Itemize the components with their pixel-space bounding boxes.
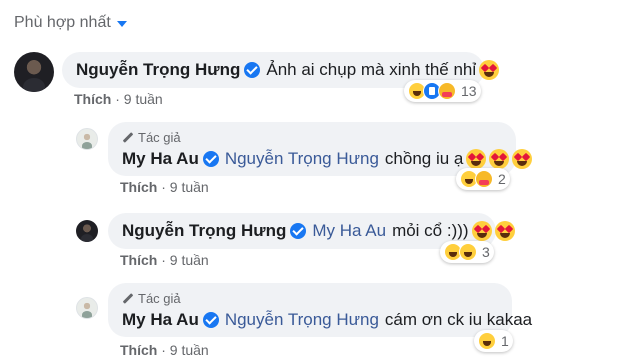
comment-meta: Thích · 9 tuần bbox=[120, 252, 209, 268]
reaction-summary[interactable]: 1 bbox=[474, 330, 513, 352]
pencil-icon bbox=[122, 131, 134, 143]
pencil-icon bbox=[122, 292, 134, 304]
author-badge: Tác giả bbox=[122, 291, 498, 306]
heart-eyes-emoji-icon bbox=[471, 221, 492, 241]
comment-author[interactable]: My Ha Au bbox=[122, 149, 199, 169]
like-button[interactable]: Thích bbox=[120, 179, 157, 195]
author-badge-label: Tác giả bbox=[138, 129, 181, 145]
mention-link[interactable]: Nguyễn Trọng Hưng bbox=[225, 149, 379, 169]
comment-meta: Thích · 9 tuần bbox=[120, 342, 209, 358]
comment-meta: Thích · 9 tuần bbox=[74, 91, 163, 107]
reaction-count: 3 bbox=[482, 244, 490, 260]
timestamp[interactable]: 9 tuần bbox=[170, 342, 209, 358]
avatar[interactable] bbox=[76, 128, 98, 150]
comment-bubble: Nguyễn Trọng Hưng My Ha Au mỏi cổ :))) bbox=[108, 213, 515, 249]
haha-reaction-icon bbox=[478, 332, 496, 350]
comment-text: Ảnh ai chụp mà xinh thế nhỉ bbox=[266, 60, 477, 79]
heart-eyes-emoji-icon bbox=[494, 221, 515, 241]
mention-link[interactable]: Nguyễn Trọng Hưng bbox=[225, 310, 379, 330]
verified-icon bbox=[202, 311, 219, 328]
verified-icon bbox=[244, 62, 261, 78]
timestamp[interactable]: 9 tuần bbox=[170, 252, 209, 268]
comment-meta: Thích · 9 tuần bbox=[120, 179, 209, 195]
heart-eyes-emoji-icon bbox=[466, 148, 487, 169]
heart-eyes-emoji-icon bbox=[479, 60, 500, 80]
avatar[interactable] bbox=[76, 220, 98, 242]
comment-author[interactable]: My Ha Au bbox=[122, 310, 199, 330]
comment-bubble: Tác giả My Ha Au Nguyễn Trọng Hưng cám ơ… bbox=[108, 283, 532, 337]
comment-author[interactable]: Nguyễn Trọng Hưng bbox=[76, 60, 240, 80]
comment-text: cám ơn ck iu kakaa bbox=[384, 309, 533, 329]
avatar[interactable] bbox=[76, 297, 98, 319]
comment-text: chồng iu ạ bbox=[384, 148, 464, 168]
caret-down-icon bbox=[116, 21, 127, 27]
haha-reaction-icon bbox=[459, 243, 477, 261]
care-reaction-icon bbox=[438, 82, 456, 100]
author-badge-label: Tác giả bbox=[138, 290, 181, 306]
care-reaction-icon bbox=[475, 170, 493, 188]
reaction-summary[interactable]: 3 bbox=[440, 241, 494, 263]
comment-text: mỏi cổ :))) bbox=[392, 221, 469, 240]
avatar[interactable] bbox=[14, 52, 54, 92]
author-badge: Tác giả bbox=[122, 130, 502, 145]
like-button[interactable]: Thích bbox=[120, 342, 157, 358]
reaction-count: 13 bbox=[461, 83, 477, 99]
sort-dropdown[interactable]: Phù hợp nhất bbox=[14, 14, 127, 32]
comment-author[interactable]: Nguyễn Trọng Hưng bbox=[122, 221, 286, 241]
reaction-summary[interactable]: 13 bbox=[404, 80, 481, 102]
timestamp[interactable]: 9 tuần bbox=[170, 179, 209, 195]
sort-label: Phù hợp nhất bbox=[14, 14, 111, 31]
reaction-summary[interactable]: 2 bbox=[456, 168, 510, 190]
mention-link[interactable]: My Ha Au bbox=[312, 221, 386, 241]
timestamp[interactable]: 9 tuần bbox=[124, 91, 163, 107]
heart-eyes-emoji-icon bbox=[489, 148, 510, 169]
verified-icon bbox=[290, 223, 307, 239]
verified-icon bbox=[202, 150, 219, 167]
comment-bubble: Tác giả My Ha Au Nguyễn Trọng Hưng chồng… bbox=[108, 122, 533, 176]
like-button[interactable]: Thích bbox=[74, 91, 111, 107]
like-button[interactable]: Thích bbox=[120, 252, 157, 268]
reaction-count: 2 bbox=[498, 171, 506, 187]
heart-eyes-emoji-icon bbox=[512, 148, 533, 169]
reaction-count: 1 bbox=[501, 333, 509, 349]
